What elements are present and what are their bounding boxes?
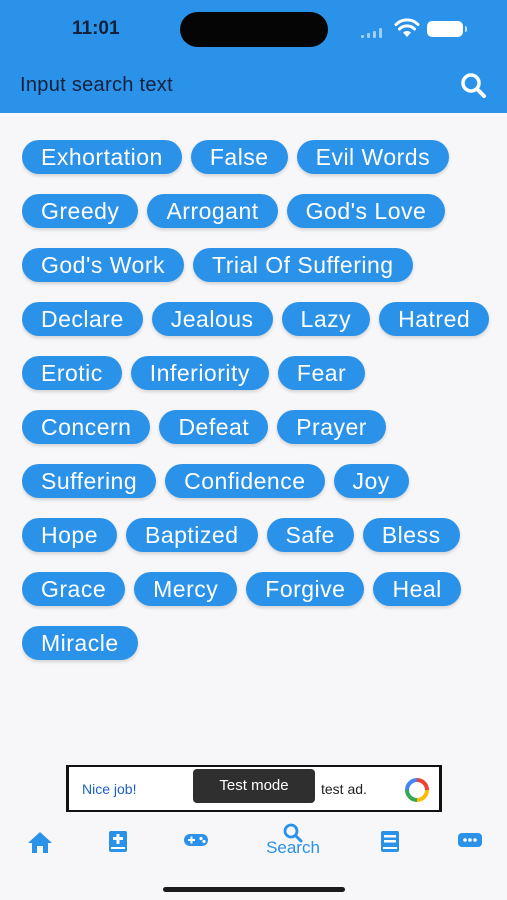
- ad-left-text: Nice job!: [82, 781, 137, 797]
- tag-chip[interactable]: Bless: [362, 518, 460, 552]
- tag-chip[interactable]: Grace: [22, 572, 126, 606]
- nav-game[interactable]: [181, 812, 211, 868]
- tag-chip[interactable]: Hope: [22, 518, 117, 552]
- tag-chip[interactable]: God's Love: [286, 194, 446, 228]
- tag-chip[interactable]: Joy: [333, 464, 409, 498]
- ad-right-text: test ad.: [321, 781, 367, 797]
- wifi-icon: [394, 18, 420, 37]
- status-time: 11:01: [72, 18, 120, 39]
- test-mode-badge: Test mode: [193, 769, 315, 803]
- tag-chip[interactable]: Baptized: [125, 518, 258, 552]
- cellular-signal-icon: [361, 28, 385, 38]
- gamepad-icon: [184, 834, 208, 846]
- ad-logo-icon: [405, 778, 429, 802]
- tag-chip[interactable]: Confidence: [165, 464, 325, 498]
- bible-icon: [109, 831, 127, 852]
- search-input[interactable]: [20, 70, 440, 100]
- nav-book[interactable]: [376, 812, 404, 868]
- tag-chip[interactable]: Heal: [373, 572, 461, 606]
- tag-chip[interactable]: Defeat: [159, 410, 269, 444]
- tag-chip[interactable]: Arrogant: [147, 194, 278, 228]
- tag-chip[interactable]: Mercy: [134, 572, 238, 606]
- tag-chip[interactable]: False: [190, 140, 288, 174]
- tag-chip[interactable]: Hatred: [379, 302, 490, 336]
- tag-chip[interactable]: Forgive: [246, 572, 365, 606]
- dynamic-island: [180, 12, 328, 47]
- battery-icon: [427, 21, 467, 37]
- tag-chip[interactable]: Safe: [266, 518, 354, 552]
- tag-chip[interactable]: Prayer: [277, 410, 386, 444]
- tag-chip[interactable]: Lazy: [281, 302, 371, 336]
- tag-chip[interactable]: Jealous: [151, 302, 273, 336]
- tag-chip[interactable]: Exhortation: [22, 140, 182, 174]
- nav-home[interactable]: [24, 812, 56, 868]
- tag-chip[interactable]: Greedy: [22, 194, 139, 228]
- book-icon: [381, 831, 399, 852]
- tag-chip[interactable]: Trial Of Suffering: [193, 248, 413, 282]
- tag-chip[interactable]: Suffering: [22, 464, 157, 498]
- home-indicator: [163, 887, 345, 892]
- home-icon: [28, 832, 52, 853]
- nav-search[interactable]: Search: [258, 812, 328, 868]
- chat-icon: [458, 833, 482, 847]
- status-bar: 11:01: [0, 0, 507, 58]
- tag-chip[interactable]: Concern: [22, 410, 151, 444]
- tag-chip[interactable]: Fear: [277, 356, 366, 390]
- tag-list: Exhortation False Evil Words Greedy Arro…: [22, 140, 492, 762]
- nav-search-label: Search: [266, 838, 320, 857]
- tag-chip[interactable]: Inferiority: [130, 356, 269, 390]
- tag-chip[interactable]: Evil Words: [296, 140, 450, 174]
- tag-chip[interactable]: Declare: [22, 302, 143, 336]
- tag-chip[interactable]: God's Work: [22, 248, 184, 282]
- nav-bible[interactable]: [104, 812, 132, 868]
- app-bar: 11:01: [0, 0, 507, 113]
- search-icon[interactable]: [458, 70, 490, 102]
- tag-chip[interactable]: Miracle: [22, 626, 138, 660]
- nav-chat[interactable]: [455, 812, 485, 868]
- tag-chip[interactable]: Erotic: [22, 356, 122, 390]
